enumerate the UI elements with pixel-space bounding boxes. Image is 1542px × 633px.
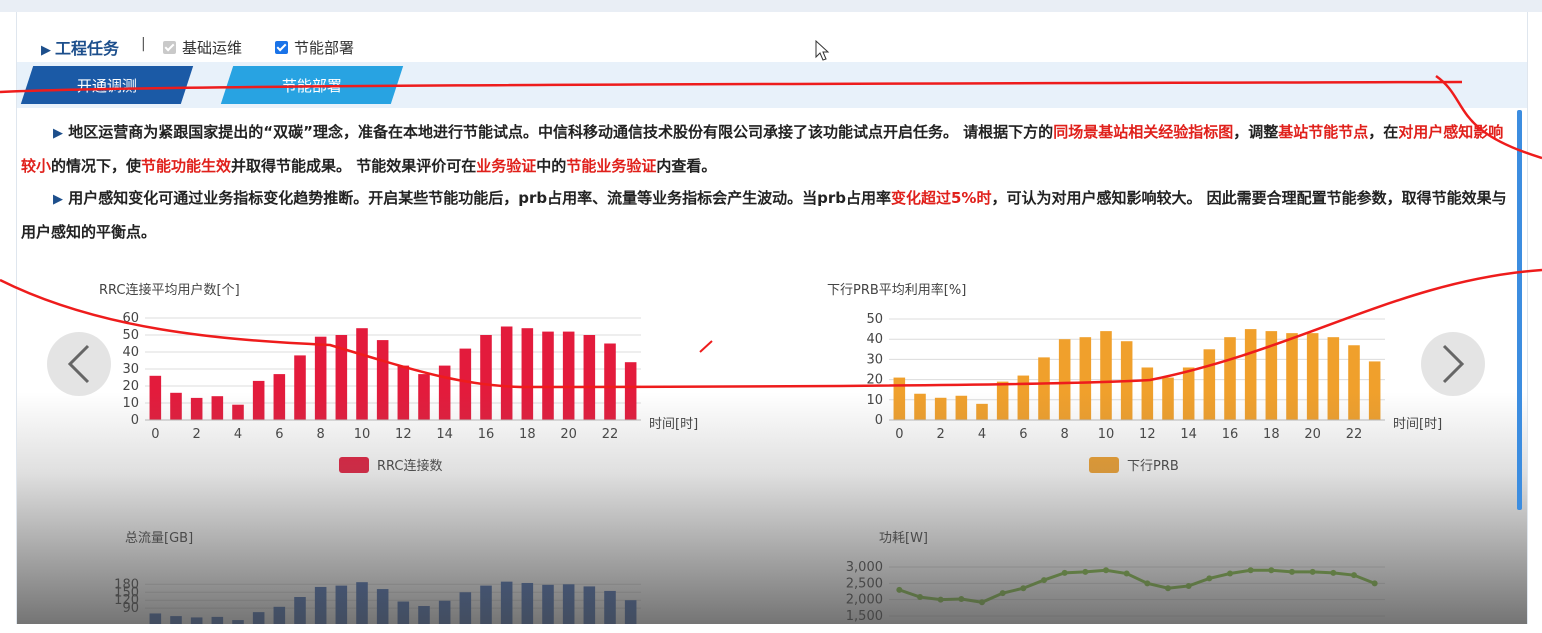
y-tick-label: 50 — [866, 312, 883, 327]
y-tick-label: 30 — [866, 352, 883, 367]
vertical-scrollbar[interactable] — [1517, 110, 1522, 510]
y-tick-label: 60 — [122, 311, 139, 326]
bottom-shade — [17, 392, 1527, 624]
y-tick-label: 40 — [122, 345, 139, 360]
chevron-left-icon — [67, 344, 90, 384]
y-tick-label: 20 — [866, 373, 883, 388]
y-tick-label: 30 — [122, 362, 139, 377]
main-panel: ▶ 工程任务 | 基础运维 节能部署 开通调测 节能部署 ▶ 地区运营商为紧跟国家… — [16, 12, 1528, 624]
carousel-prev-button[interactable] — [47, 332, 111, 396]
chevron-right-icon — [1442, 344, 1465, 384]
chart-title: 下行PRB平均利用率[%] — [827, 282, 966, 298]
top-strip — [0, 0, 1542, 12]
y-tick-label: 40 — [866, 332, 883, 347]
chart-title: RRC连接平均用户数[个] — [99, 282, 240, 298]
y-tick-label: 50 — [122, 328, 139, 343]
carousel-next-button[interactable] — [1421, 332, 1485, 396]
mouse-pointer-icon — [815, 40, 830, 61]
